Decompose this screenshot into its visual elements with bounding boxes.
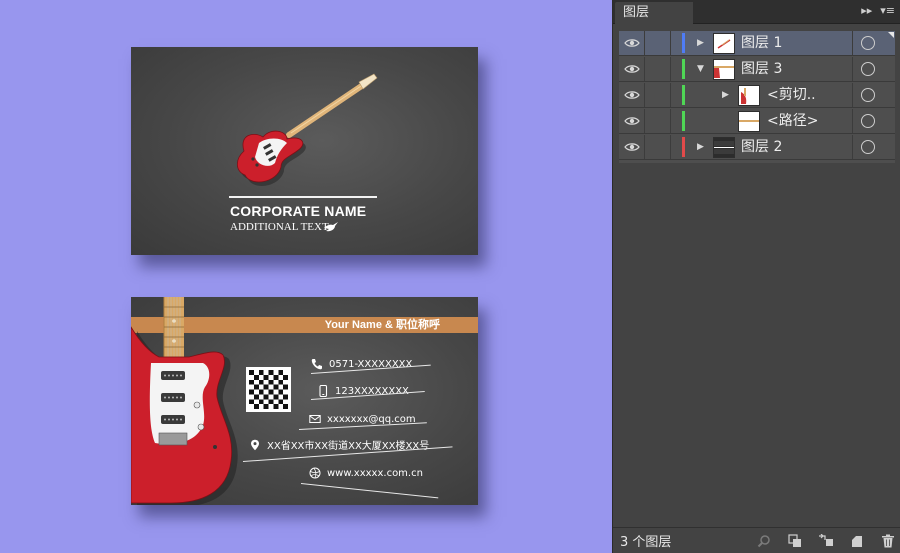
lock-toggle[interactable] <box>645 83 671 107</box>
layer-color-bar <box>682 85 685 105</box>
clip-mask-icon[interactable] <box>786 532 804 550</box>
business-card-front[interactable]: CORPORATE NAME ADDITIONAL TEXT <box>131 47 478 255</box>
eye-icon[interactable] <box>623 90 640 100</box>
tab-layers[interactable]: 图层 <box>615 2 693 24</box>
panel-tab-bar: 图层 ▸▸ ▾≡ <box>613 0 900 24</box>
target-circle-icon[interactable] <box>861 36 875 50</box>
layer-list: ▶ 图层 1 ▼ 图层 3 ▶ <剪切.. <路径> ▶ 图层 2 <box>619 31 895 163</box>
new-sublayer-icon[interactable] <box>817 532 835 550</box>
new-layer-icon[interactable] <box>848 532 866 550</box>
layer-color-bar <box>682 137 685 157</box>
layer-row-3[interactable]: ▼ 图层 3 <box>619 57 895 82</box>
search-icon[interactable] <box>755 532 773 550</box>
website-text: www.xxxxx.com.cn <box>327 467 423 479</box>
layer-row-path[interactable]: <路径> <box>619 109 895 134</box>
lock-toggle[interactable] <box>645 31 671 55</box>
trash-icon[interactable] <box>879 532 897 550</box>
layer-thumbnail <box>713 33 735 54</box>
target-circle-icon[interactable] <box>861 88 875 102</box>
layer-thumbnail <box>713 137 735 158</box>
mail-icon <box>309 413 321 425</box>
selected-art-indicator <box>888 32 894 38</box>
location-icon <box>249 439 261 451</box>
target-circle-icon[interactable] <box>861 62 875 76</box>
eye-icon[interactable] <box>623 64 640 74</box>
qr-code <box>246 367 291 412</box>
layer-color-bar <box>682 111 685 131</box>
layer-name[interactable]: <剪切.. <box>767 83 816 107</box>
business-card-back[interactable]: Your Name & 职位称呼 0571-XXXXXXXX 123XXXXXX… <box>131 297 478 505</box>
expand-arrow-icon[interactable]: ▶ <box>722 89 732 101</box>
layer-name[interactable]: 图层 1 <box>741 31 782 55</box>
eye-icon[interactable] <box>623 116 640 126</box>
divider-line <box>229 196 377 198</box>
lock-toggle[interactable] <box>645 109 671 133</box>
bird-logo-icon <box>324 222 338 232</box>
layer-name[interactable]: <路径> <box>767 109 818 133</box>
phone-icon <box>311 358 323 370</box>
mobile-icon <box>317 385 329 397</box>
layer-thumbnail <box>738 111 760 132</box>
corporate-name: CORPORATE NAME <box>230 203 367 219</box>
panel-footer: 3 个图层 <box>613 527 900 553</box>
website-row: www.xxxxx.com.cn <box>309 467 423 479</box>
layer-name[interactable]: 图层 3 <box>741 57 782 81</box>
additional-text: ADDITIONAL TEXT <box>230 221 329 233</box>
layer-row-2[interactable]: ▶ 图层 2 <box>619 135 895 160</box>
layer-thumbnail <box>713 59 735 80</box>
eye-icon[interactable] <box>623 38 640 48</box>
panel-menu-icon[interactable]: ▾≡ <box>880 4 895 17</box>
layer-color-bar <box>682 59 685 79</box>
name-and-title: Your Name & 职位称呼 <box>324 319 440 331</box>
phone-row: 0571-XXXXXXXX <box>311 358 412 370</box>
layer-count: 3 个图层 <box>620 535 672 550</box>
expand-arrow-icon[interactable]: ▶ <box>697 141 707 153</box>
eye-icon[interactable] <box>623 142 640 152</box>
layers-panel: 图层 ▸▸ ▾≡ ▶ 图层 1 ▼ 图层 3 ▶ <剪切.. <路径> ▶ 图层… <box>612 0 900 553</box>
expand-arrow-icon[interactable]: ▶ <box>697 37 707 49</box>
layer-row-clip-group[interactable]: ▶ <剪切.. <box>619 83 895 108</box>
target-circle-icon[interactable] <box>861 140 875 154</box>
layer-color-bar <box>682 33 685 53</box>
target-circle-icon[interactable] <box>861 114 875 128</box>
collapse-icon[interactable]: ▸▸ <box>861 4 872 17</box>
globe-icon <box>309 467 321 479</box>
lock-toggle[interactable] <box>645 135 671 159</box>
expand-arrow-icon[interactable]: ▼ <box>697 63 707 75</box>
lock-toggle[interactable] <box>645 57 671 81</box>
layer-name[interactable]: 图层 2 <box>741 135 782 159</box>
layer-thumbnail <box>738 85 760 106</box>
layer-row-1[interactable]: ▶ 图层 1 <box>619 31 895 56</box>
